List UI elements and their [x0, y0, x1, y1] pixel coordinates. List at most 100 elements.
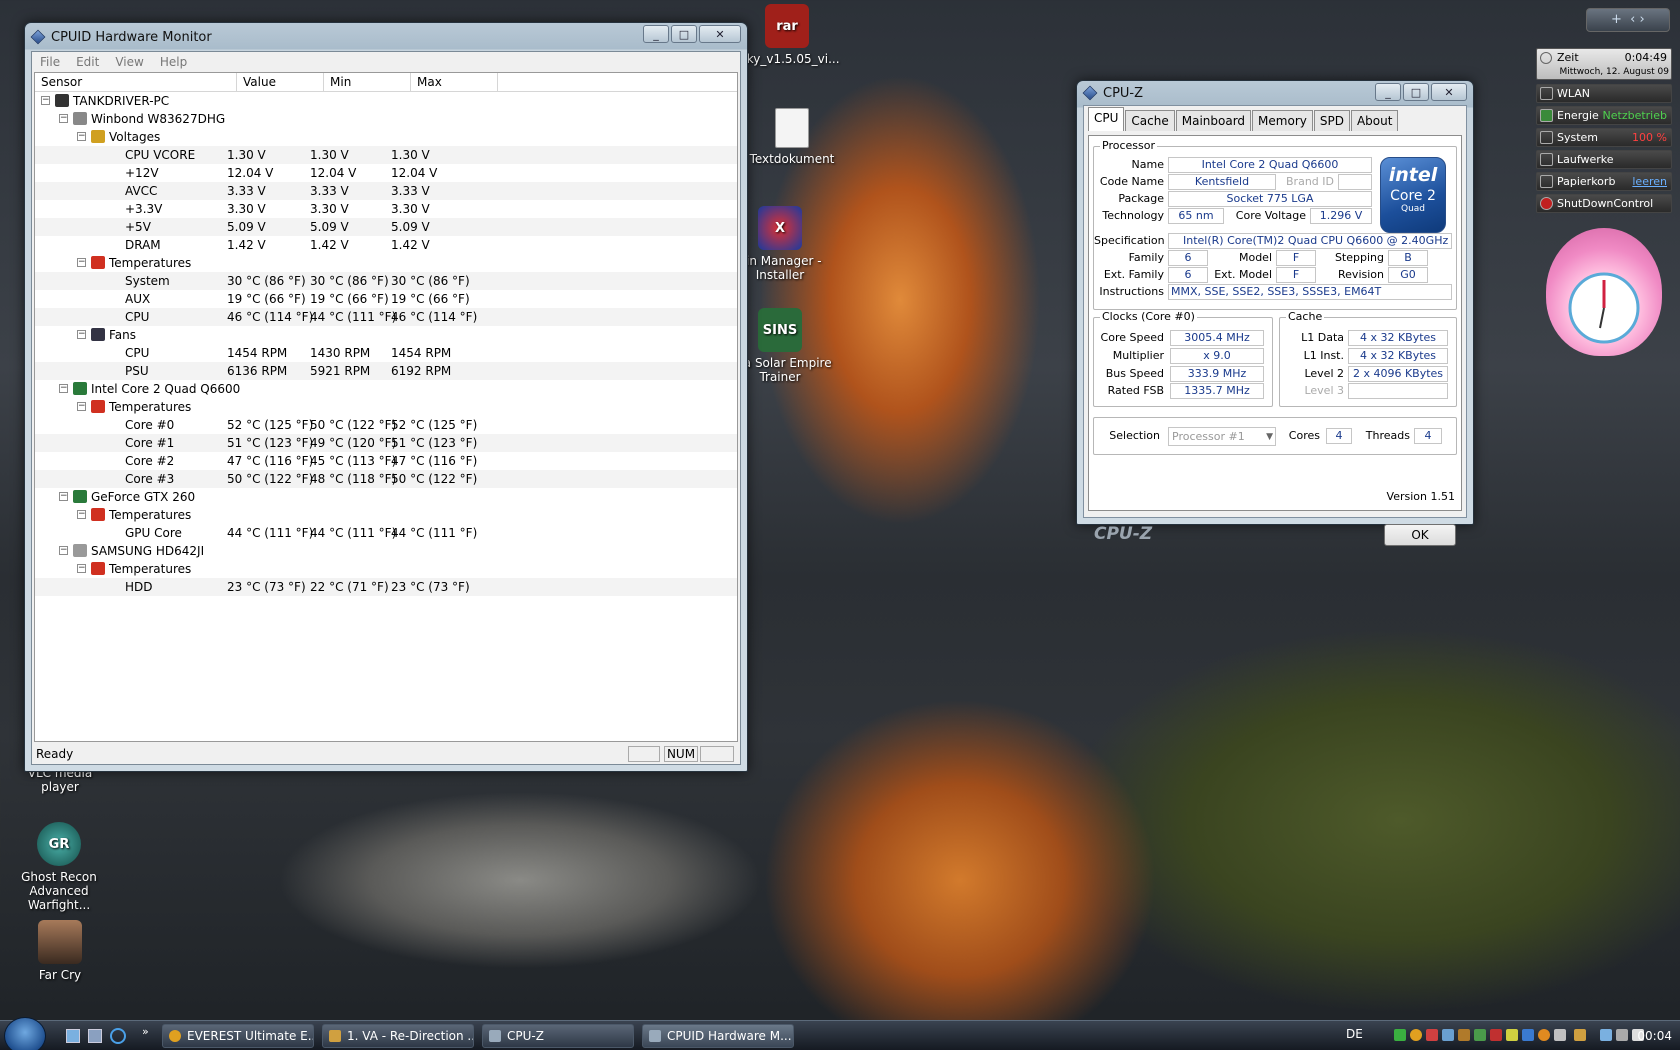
desktop-icon-far-cry[interactable]: Far Cry [10, 920, 110, 982]
menu-help[interactable]: Help [160, 55, 187, 69]
sensor-row[interactable]: System 30 °C (86 °F) 30 °C (86 °F) 30 °C (8… [35, 272, 737, 290]
sidebar-item-system[interactable]: System 100 % [1536, 128, 1672, 147]
tray-app-icon[interactable] [1554, 1029, 1566, 1041]
sensor-row[interactable]: DRAM 1.42 V 1.42 V 1.42 V [35, 236, 737, 254]
collapse-toggle-icon[interactable]: − [59, 492, 68, 501]
tab-mainboard[interactable]: Mainboard [1175, 110, 1252, 131]
collapse-toggle-icon[interactable]: − [41, 96, 50, 105]
close-button[interactable]: ✕ [1431, 83, 1467, 101]
sensor-row[interactable]: Core #0 52 °C (125 °F) 50 °C (122 °F) 52 °C… [35, 416, 737, 434]
collapse-toggle-icon[interactable]: − [77, 330, 86, 339]
maximize-button[interactable]: □ [1403, 83, 1429, 101]
collapse-toggle-icon[interactable]: − [77, 132, 86, 141]
sidebar-item-wlan[interactable]: WLAN [1536, 84, 1672, 103]
close-button[interactable]: ✕ [699, 25, 741, 43]
desktop-icon-ghost-recon[interactable]: GR Ghost Recon Advanced Warfight... [2, 822, 116, 912]
tree-node[interactable]: − SAMSUNG HD642JI [35, 542, 737, 560]
minimize-button[interactable]: _ [1375, 83, 1401, 101]
empty-recycle-bin-link[interactable]: leeren [1632, 173, 1667, 190]
collapse-toggle-icon[interactable]: − [59, 546, 68, 555]
tray-app-icon[interactable] [1442, 1029, 1454, 1041]
show-desktop-icon[interactable] [66, 1029, 80, 1043]
ok-button[interactable]: OK [1384, 524, 1456, 546]
desktop-icon-sky[interactable]: rar _sky_v1.5.05_vi... [732, 4, 842, 66]
sensor-row[interactable]: +3.3V 3.30 V 3.30 V 3.30 V [35, 200, 737, 218]
desktop-icon-textdokument[interactable]: Textdokument [732, 108, 852, 166]
collapse-toggle-icon[interactable]: − [59, 114, 68, 123]
start-button[interactable] [4, 1017, 46, 1050]
internet-explorer-icon[interactable] [110, 1028, 126, 1044]
tray-app-icon[interactable] [1474, 1029, 1486, 1041]
tree-node[interactable]: − Temperatures [35, 254, 737, 272]
menu-edit[interactable]: Edit [76, 55, 99, 69]
tree-node[interactable]: − Temperatures [35, 506, 737, 524]
sidebar-item-papierkorb[interactable]: Papierkorb leeren [1536, 172, 1672, 191]
sidebar-add-button[interactable]: + ‹ › [1586, 8, 1670, 32]
tray-app-icon[interactable] [1426, 1029, 1438, 1041]
switch-windows-icon[interactable] [88, 1029, 102, 1043]
tab-cpu[interactable]: CPU [1088, 107, 1125, 131]
sensor-row[interactable]: AUX 19 °C (66 °F) 19 °C (66 °F) 19 °C (66 °… [35, 290, 737, 308]
taskbar-clock[interactable]: 00:04 [1637, 1029, 1672, 1043]
tray-app-icon[interactable] [1458, 1029, 1470, 1041]
sensor-row[interactable]: AVCC 3.33 V 3.33 V 3.33 V [35, 182, 737, 200]
pig-clock-gadget[interactable] [1546, 228, 1662, 356]
tree-node[interactable]: − Temperatures [35, 560, 737, 578]
sidebar-item-laufwerke[interactable]: Laufwerke [1536, 150, 1672, 169]
sensor-row[interactable]: CPU 46 °C (114 °F) 44 °C (111 °F) 46 °C (11… [35, 308, 737, 326]
sensor-row[interactable]: CPU 1454 RPM 1430 RPM 1454 RPM [35, 344, 737, 362]
taskbar-button-cpuz[interactable]: CPU-Z [482, 1024, 634, 1048]
taskbar-button-everest[interactable]: EVEREST Ultimate E... [162, 1024, 314, 1048]
tab-about[interactable]: About [1350, 110, 1399, 131]
tray-info-icon[interactable] [1410, 1029, 1422, 1041]
tray-app-icon[interactable] [1574, 1029, 1586, 1041]
sensor-row[interactable]: HDD 23 °C (73 °F) 22 °C (71 °F) 23 °C (73 °… [35, 578, 737, 596]
collapse-toggle-icon[interactable]: − [77, 402, 86, 411]
tab-cache[interactable]: Cache [1125, 110, 1175, 131]
tree-node[interactable]: − Voltages [35, 128, 737, 146]
sensor-row[interactable]: +12V 12.04 V 12.04 V 12.04 V [35, 164, 737, 182]
menu-file[interactable]: File [40, 55, 60, 69]
processor-select[interactable]: Processor #1 ▼ [1168, 427, 1276, 446]
sensor-tree[interactable]: Sensor Value Min Max − TANKDRIVER-PC − Winb… [34, 72, 738, 742]
column-sensor[interactable]: Sensor [35, 73, 237, 91]
column-min[interactable]: Min [324, 73, 411, 91]
tab-memory[interactable]: Memory [1252, 110, 1313, 131]
collapse-toggle-icon[interactable]: − [77, 510, 86, 519]
column-value[interactable]: Value [237, 73, 324, 91]
collapse-toggle-icon[interactable]: − [77, 564, 86, 573]
minimize-button[interactable]: _ [643, 25, 669, 43]
menu-view[interactable]: View [115, 55, 143, 69]
sensor-row[interactable]: GPU Core 44 °C (111 °F) 44 °C (111 °F) 44 °… [35, 524, 737, 542]
tree-node[interactable]: − GeForce GTX 260 [35, 488, 737, 506]
sensor-row[interactable]: PSU 6136 RPM 5921 RPM 6192 RPM [35, 362, 737, 380]
quicklaunch-overflow-icon[interactable]: » [142, 1025, 149, 1038]
tray-volume-icon[interactable] [1616, 1029, 1628, 1041]
tree-node[interactable]: − Temperatures [35, 398, 737, 416]
sensor-row[interactable]: Core #2 47 °C (116 °F) 45 °C (113 °F) 47 °C… [35, 452, 737, 470]
taskbar-button-hwmonitor[interactable]: CPUID Hardware M... [642, 1024, 794, 1048]
sensor-row[interactable]: Core #3 50 °C (122 °F) 48 °C (118 °F) 50 °C… [35, 470, 737, 488]
tab-spd[interactable]: SPD [1313, 110, 1350, 131]
sidebar-item-shutdown[interactable]: ShutDownControl [1536, 194, 1672, 213]
sensor-row[interactable]: CPU VCORE 1.30 V 1.30 V 1.30 V [35, 146, 737, 164]
tree-node[interactable]: − Fans [35, 326, 737, 344]
tray-app-icon[interactable] [1506, 1029, 1518, 1041]
tray-app-icon[interactable] [1522, 1029, 1534, 1041]
taskbar-button-winamp[interactable]: 1. VA - Re-Direction ... [322, 1024, 474, 1048]
clock-gadget[interactable]: Zeit 0:04:49 Mittwoch, 12. August 09 [1536, 48, 1672, 80]
tree-node[interactable]: − Winbond W83627DHG [35, 110, 737, 128]
tray-display-icon[interactable] [1600, 1029, 1612, 1041]
tray-app-icon[interactable] [1490, 1029, 1502, 1041]
maximize-button[interactable]: □ [671, 25, 697, 43]
tree-node[interactable]: − TANKDRIVER-PC [35, 92, 737, 110]
sensor-row[interactable]: +5V 5.09 V 5.09 V 5.09 V [35, 218, 737, 236]
collapse-toggle-icon[interactable]: − [59, 384, 68, 393]
column-max[interactable]: Max [411, 73, 498, 91]
sensor-row[interactable]: Core #1 51 °C (123 °F) 49 °C (120 °F) 51 °C… [35, 434, 737, 452]
tray-app-icon[interactable] [1538, 1029, 1550, 1041]
tray-network-icon[interactable] [1394, 1029, 1406, 1041]
language-indicator[interactable]: DE [1346, 1027, 1363, 1041]
tree-node[interactable]: − Intel Core 2 Quad Q6600 [35, 380, 737, 398]
collapse-toggle-icon[interactable]: − [77, 258, 86, 267]
